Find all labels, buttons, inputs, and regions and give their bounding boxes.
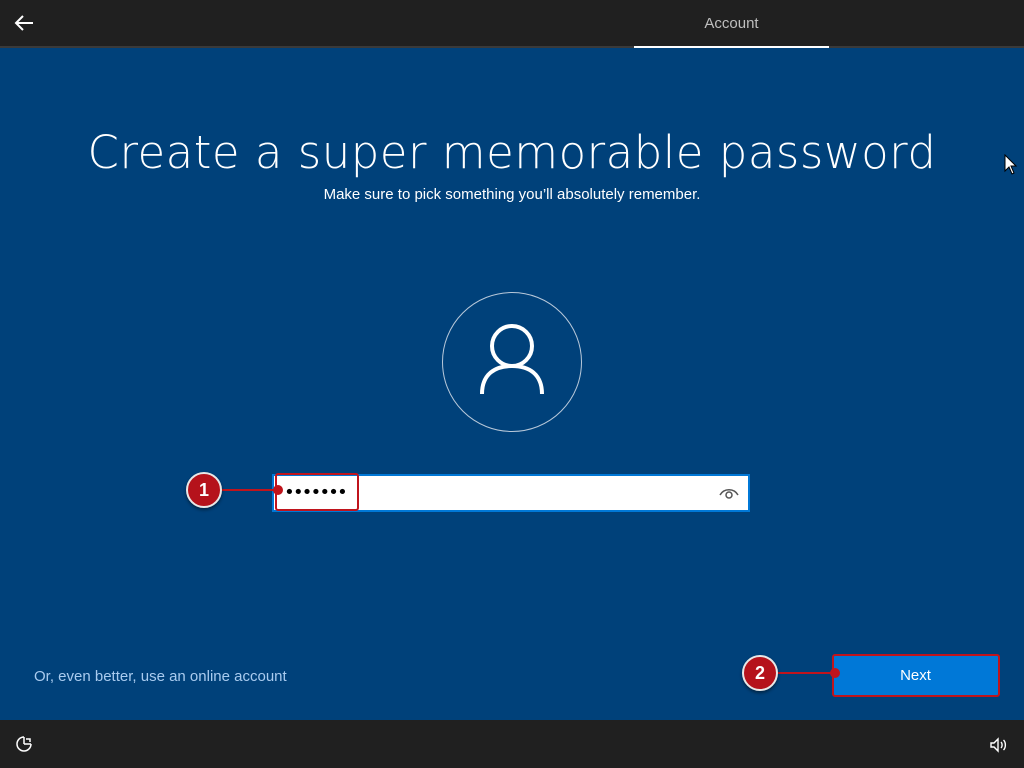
eye-icon[interactable] (718, 484, 740, 502)
callout-2-line (778, 672, 834, 674)
volume-icon[interactable] (988, 735, 1008, 755)
mouse-cursor-icon (1004, 154, 1018, 175)
ease-of-access-icon[interactable] (14, 734, 34, 754)
arrow-left-icon (14, 15, 33, 31)
page-subtitle: Make sure to pick something you’ll absol… (323, 186, 701, 203)
tab-account: Account (634, 0, 829, 48)
back-button[interactable] (10, 9, 38, 37)
callout-1-highlight (275, 473, 359, 511)
callout-2-badge: 2 (742, 655, 778, 691)
page-title: Create a super memorable password (87, 126, 937, 179)
user-icon (480, 324, 544, 395)
callout-1-dot (273, 485, 283, 495)
oobe-screen: Account Create a super memorable passwor… (0, 0, 1024, 768)
avatar (442, 292, 582, 432)
callout-2-dot (830, 668, 840, 678)
callout-2-highlight (832, 654, 1000, 697)
top-bar: Account (0, 0, 1024, 48)
callout-1-badge: 1 (186, 472, 222, 508)
online-account-link[interactable]: Or, even better, use an online account (34, 668, 287, 685)
bottom-bar (0, 720, 1024, 768)
callout-1-line (220, 489, 278, 491)
